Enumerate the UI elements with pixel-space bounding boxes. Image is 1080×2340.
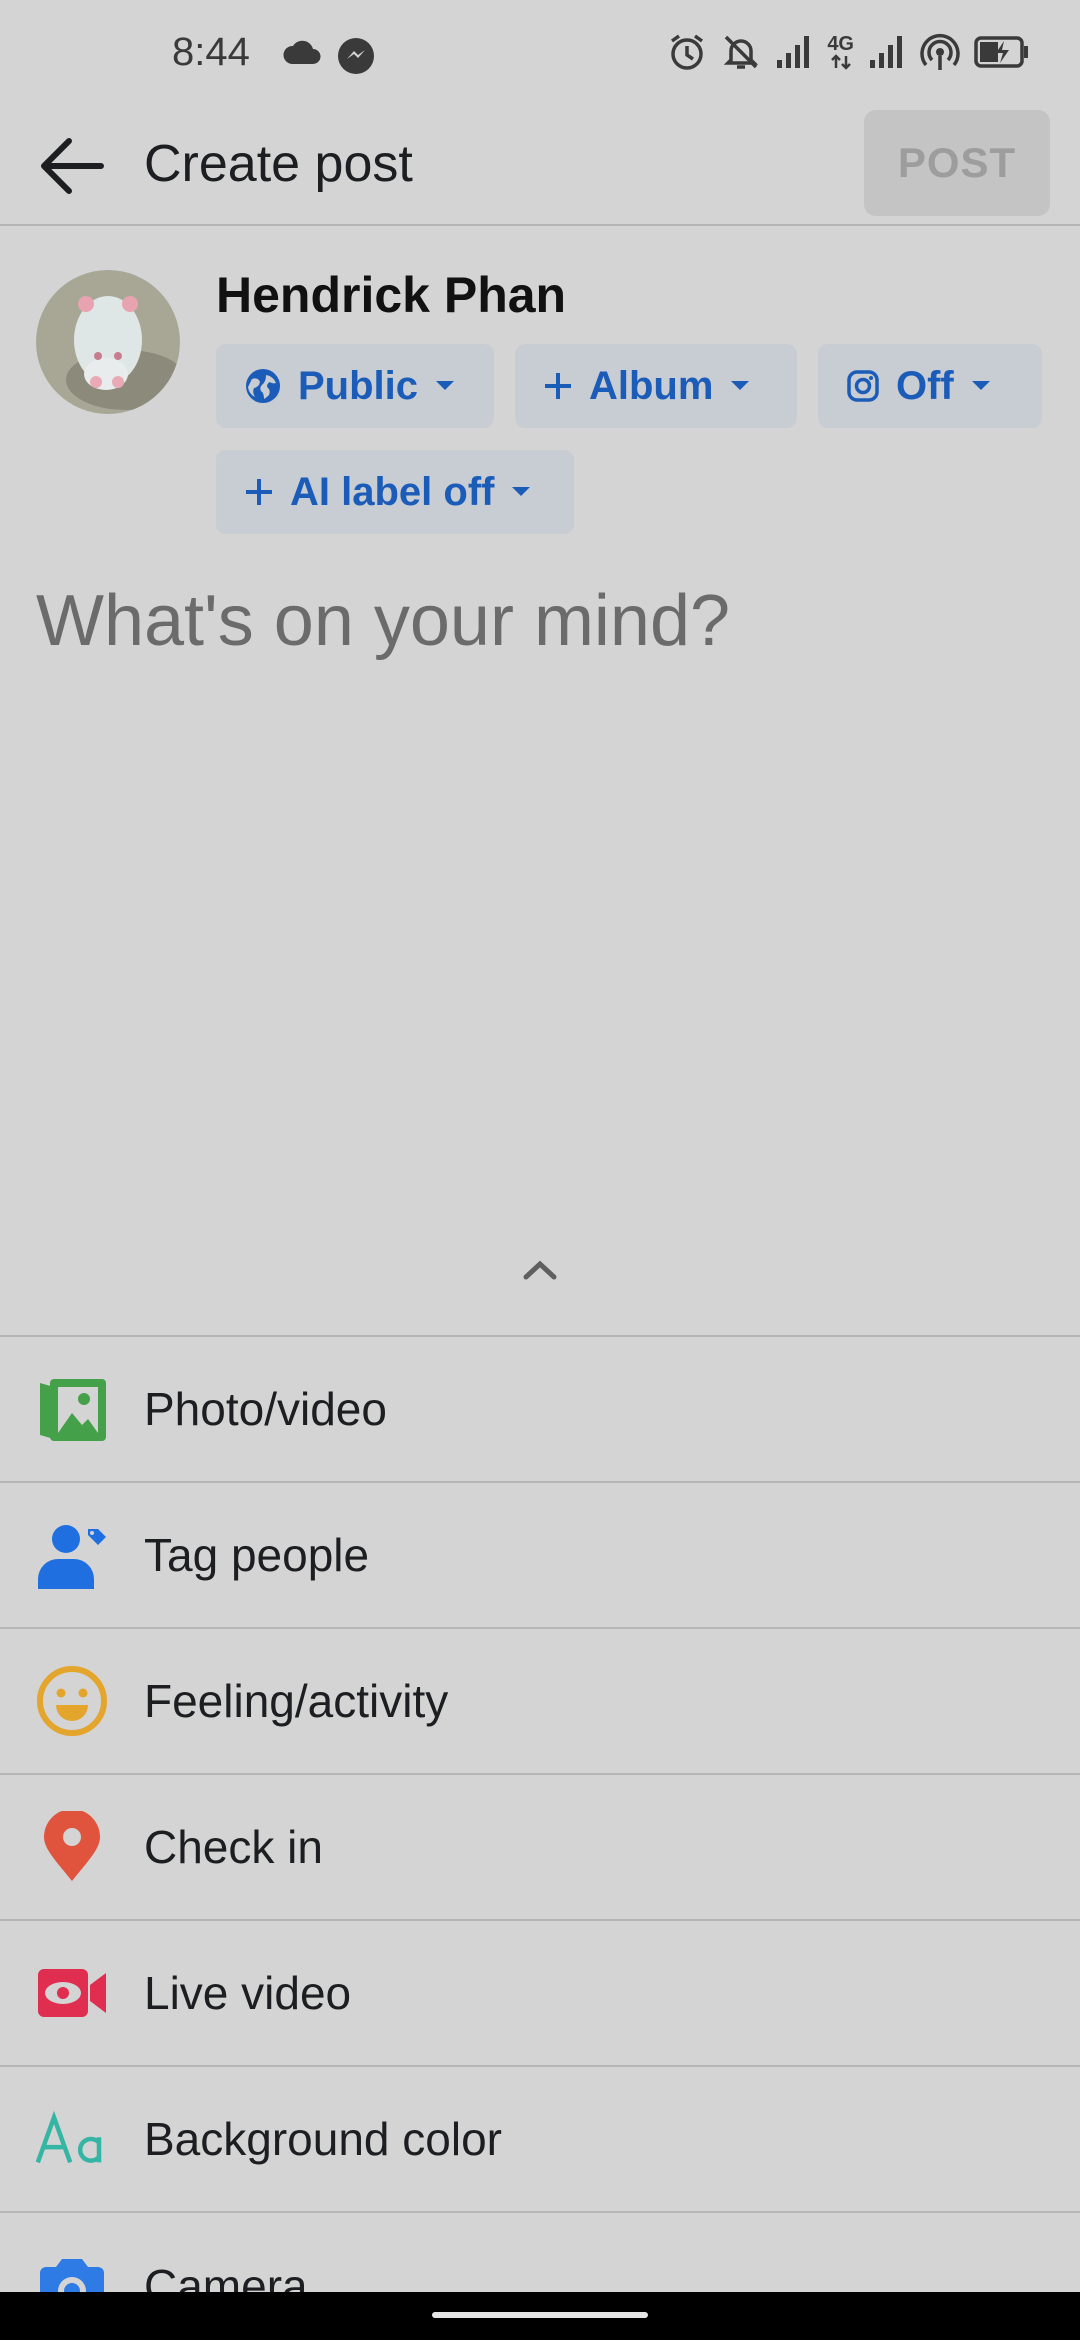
option-label: Check in [144, 1821, 323, 1873]
post-options-list: Photo/video Tag people Feeling/activity [0, 1335, 1080, 2340]
alarm-icon [667, 32, 707, 72]
option-photo-video[interactable]: Photo/video [0, 1337, 1080, 1483]
post-button[interactable]: POST [864, 110, 1050, 216]
plus-icon [246, 479, 272, 505]
option-label: Feeling/activity [144, 1675, 449, 1727]
signal-icon [775, 34, 813, 70]
live-video-icon [36, 1957, 108, 2029]
status-bar: 8:44 4G [0, 0, 1080, 110]
plus-icon [545, 373, 571, 399]
post-text-input[interactable]: What's on your mind? [36, 580, 730, 662]
caret-down-icon [731, 381, 750, 390]
album-chip[interactable]: Album [515, 344, 797, 428]
hotspot-icon [920, 32, 960, 72]
signal-icon [868, 34, 906, 70]
caret-down-icon [971, 381, 990, 390]
messenger-icon [336, 36, 376, 81]
audience-label: Public [298, 363, 419, 408]
status-time: 8:44 [172, 30, 250, 74]
avatar[interactable] [36, 270, 180, 414]
option-label: Photo/video [144, 1383, 387, 1435]
cloud-icon [282, 40, 322, 71]
chevron-up-icon [523, 1260, 557, 1280]
back-button[interactable] [34, 128, 110, 204]
option-label: Live video [144, 1967, 352, 2019]
photo-icon [36, 1373, 108, 1445]
audience-chip[interactable]: Public [216, 344, 494, 428]
home-gesture-handle[interactable] [432, 2312, 648, 2318]
header: Create post POST [0, 110, 1080, 226]
option-label: Background color [144, 2113, 502, 2165]
location-pin-icon [36, 1811, 108, 1883]
tag-people-icon [36, 1519, 108, 1591]
caret-down-icon [512, 487, 531, 496]
globe-icon [246, 369, 280, 403]
system-nav-bar [0, 2292, 1080, 2340]
expand-options-button[interactable] [510, 1250, 570, 1290]
bell-off-icon [721, 32, 761, 72]
instagram-icon [847, 370, 879, 402]
ai-label-chip[interactable]: AI label off [216, 450, 574, 534]
album-label: Album [589, 363, 714, 408]
instagram-label: Off [896, 363, 954, 408]
option-live-video[interactable]: Live video [0, 1921, 1080, 2067]
network-type: 4G [827, 34, 854, 70]
option-label: Tag people [144, 1529, 370, 1581]
option-tag-people[interactable]: Tag people [0, 1483, 1080, 1629]
text-aa-icon [36, 2103, 108, 2175]
battery-icon [974, 35, 1030, 69]
option-check-in[interactable]: Check in [0, 1775, 1080, 1921]
back-arrow-icon [41, 138, 104, 194]
page-title: Create post [144, 135, 413, 193]
caret-down-icon [436, 381, 455, 390]
user-name: Hendrick Phan [216, 267, 567, 323]
ai-label-label: AI label off [290, 469, 495, 514]
instagram-share-chip[interactable]: Off [818, 344, 1042, 428]
option-background-color[interactable]: Background color [0, 2067, 1080, 2213]
smiley-icon [36, 1665, 108, 1737]
option-feeling-activity[interactable]: Feeling/activity [0, 1629, 1080, 1775]
